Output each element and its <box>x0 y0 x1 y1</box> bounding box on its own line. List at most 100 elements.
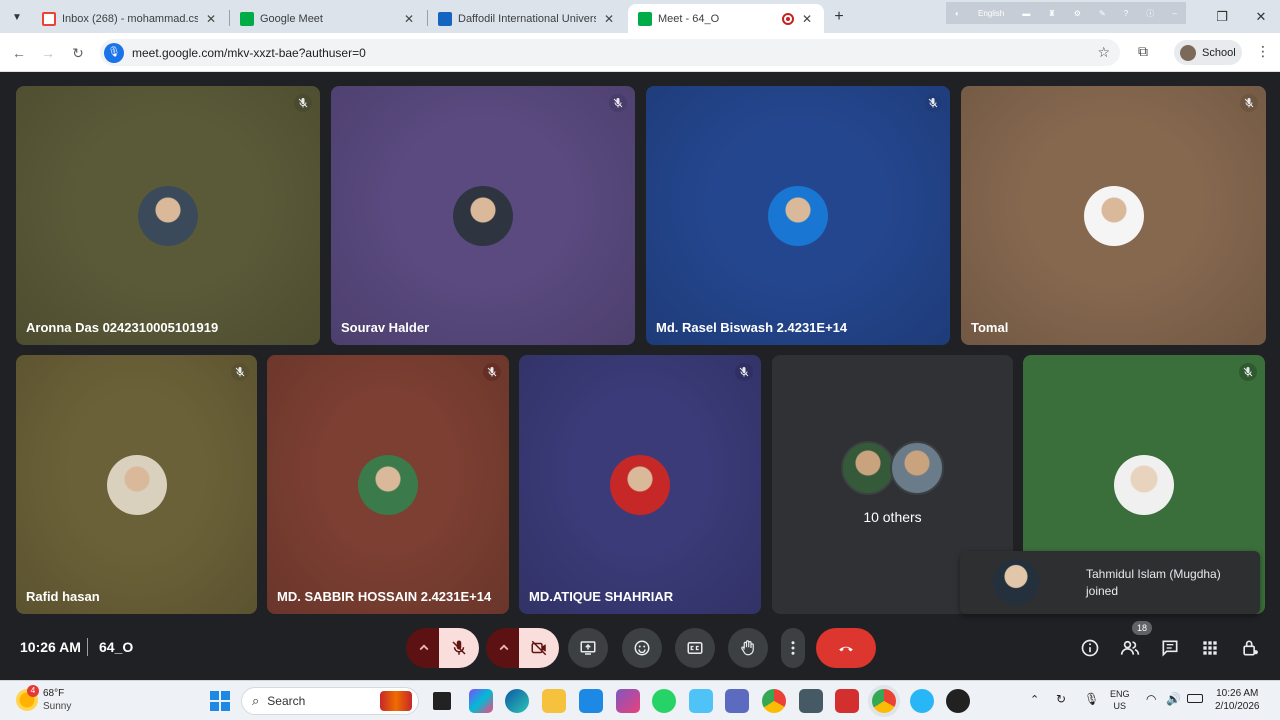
taskbar-search[interactable]: ⌕ Search <box>241 687 419 715</box>
mic-off-icon <box>1239 363 1257 381</box>
app-icon[interactable] <box>689 689 713 713</box>
keyboard-app-icon[interactable] <box>799 689 823 713</box>
forward-button[interactable]: → <box>39 44 57 62</box>
close-icon[interactable]: ✕ <box>800 12 814 26</box>
activities-button[interactable] <box>1198 636 1222 660</box>
ime-toolbar: ◐ English ▬ ♜ ⚙ ✎ ? ⓘ – <box>946 2 1186 24</box>
tab-gmail[interactable]: Inbox (268) - mohammad.cse05 ✕ <box>32 4 228 33</box>
captions-button[interactable] <box>675 628 715 668</box>
participant-tile[interactable]: Aronna Das 0242310005101919 <box>16 86 320 345</box>
search-highlight-icon <box>380 691 412 711</box>
leave-call-button[interactable] <box>816 628 876 668</box>
app-icon[interactable] <box>946 689 970 713</box>
edge-icon[interactable] <box>505 689 529 713</box>
more-options-button[interactable] <box>781 628 805 668</box>
toggle-microphone-button[interactable] <box>439 628 479 668</box>
participant-tile[interactable]: Sourav Halder <box>331 86 635 345</box>
apps-grid-icon <box>1203 641 1217 655</box>
avatar <box>106 454 167 515</box>
info-icon <box>1081 639 1099 657</box>
url-text[interactable]: meet.google.com/mkv-xxzt-bae?authuser=0 <box>132 46 366 60</box>
profile-button[interactable]: School <box>1174 40 1242 65</box>
avatar <box>890 441 944 495</box>
close-window-button[interactable]: ✕ <box>1252 8 1270 26</box>
restore-window-button[interactable]: ❐ <box>1213 8 1231 26</box>
chat-button[interactable] <box>1158 636 1182 660</box>
browser-menu-icon[interactable]: ⋮ <box>1256 43 1270 60</box>
gmail-icon <box>42 11 56 26</box>
file-explorer-icon[interactable] <box>542 689 566 713</box>
raise-hand-button[interactable] <box>728 628 768 668</box>
minimize-icon[interactable]: – <box>1172 9 1176 18</box>
chevron-up-icon[interactable]: ⌃ <box>1030 693 1039 706</box>
windows-start-icon[interactable] <box>210 691 230 711</box>
ime-icon[interactable]: ♜ <box>1048 9 1055 18</box>
telegram-icon[interactable] <box>910 689 934 713</box>
participant-name: Rafid hasan <box>26 589 100 604</box>
gear-icon[interactable]: ⚙ <box>1074 9 1081 18</box>
mic-in-use-icon[interactable]: 🎙 <box>104 42 124 63</box>
participant-name: Aronna Das 0242310005101919 <box>26 320 219 335</box>
battery-icon[interactable] <box>1187 694 1203 703</box>
speaker-icon[interactable]: 🔊 <box>1166 692 1181 706</box>
chevron-up-icon <box>419 644 429 651</box>
info-icon[interactable]: ⓘ <box>1146 8 1154 19</box>
close-icon[interactable]: ✕ <box>602 12 616 26</box>
tab-search-icon[interactable]: ▼ <box>8 8 26 26</box>
new-tab-button[interactable]: + <box>830 8 848 26</box>
mic-off-icon <box>294 94 312 112</box>
teams-icon[interactable] <box>725 689 749 713</box>
store-icon[interactable] <box>616 689 640 713</box>
audio-options-button[interactable] <box>406 628 442 668</box>
system-clock[interactable]: 10:26 AM 2/10/2026 <box>1215 687 1260 713</box>
chevron-up-icon <box>499 644 509 651</box>
omnibox[interactable]: 🎙 meet.google.com/mkv-xxzt-bae?authuser=… <box>100 39 1120 66</box>
ime-language[interactable]: English <box>978 9 1004 18</box>
ime-icon[interactable]: ▬ <box>1022 9 1030 18</box>
participant-tile[interactable]: MD. SABBIR HOSSAIN 2.4231E+14 <box>267 355 509 614</box>
participant-name: Sourav Halder <box>341 320 430 335</box>
windows-taskbar: 4 68°F Sunny ⌕ Search ⌃ ↻ 🎙 ENG US ◠ 🔊 1… <box>0 680 1280 720</box>
back-button[interactable]: ← <box>10 44 28 62</box>
reload-button[interactable]: ↻ <box>69 44 87 62</box>
close-icon[interactable]: ✕ <box>204 12 218 26</box>
task-view-icon[interactable] <box>430 689 454 713</box>
copilot-icon[interactable] <box>469 689 493 713</box>
participant-name: MD.ATIQUE SHAHRIAR <box>529 589 674 604</box>
mic-icon[interactable]: 🎙 <box>1084 692 1099 706</box>
host-controls-button[interactable] <box>1238 636 1262 660</box>
language-indicator[interactable]: ENG US <box>1110 688 1130 712</box>
meet-icon <box>638 11 652 26</box>
meet-icon <box>240 11 254 26</box>
reactions-button[interactable] <box>622 628 662 668</box>
wifi-icon[interactable]: ◠ <box>1146 692 1156 706</box>
tab-meet-active[interactable]: Meet - 64_O ✕ <box>628 4 824 33</box>
chrome-active-icon[interactable] <box>872 689 896 713</box>
toggle-camera-button[interactable] <box>519 628 559 668</box>
video-options-button[interactable] <box>486 628 522 668</box>
sync-icon[interactable]: ↻ <box>1056 692 1066 706</box>
tab-daffodil[interactable]: Daffodil International University ✕ <box>428 4 626 33</box>
whatsapp-icon[interactable] <box>652 689 676 713</box>
tab-google-meet[interactable]: Google Meet ✕ <box>230 4 426 33</box>
ime-icon[interactable]: ✎ <box>1099 9 1106 18</box>
participant-tile[interactable]: MD.ATIQUE SHAHRIAR <box>519 355 761 614</box>
participant-tile[interactable]: Tomal <box>961 86 1266 345</box>
chrome-icon[interactable] <box>762 689 786 713</box>
extensions-icon[interactable]: ⧉ <box>1134 43 1152 61</box>
outlook-icon[interactable] <box>579 689 603 713</box>
weather-desc: Sunny <box>43 701 72 712</box>
people-button[interactable] <box>1118 636 1142 660</box>
join-notification: Tahmidul Islam (Mugdha) joined <box>960 551 1260 614</box>
bookmark-star-icon[interactable]: ☆ <box>1097 44 1110 61</box>
participant-name: MD. SABBIR HOSSAIN 2.4231E+14 <box>277 589 492 604</box>
participant-tile[interactable]: Rafid hasan <box>16 355 257 614</box>
ime-icon[interactable]: ◐ <box>955 9 960 18</box>
close-icon[interactable]: ✕ <box>402 12 416 26</box>
browser-tab-strip: ▼ Inbox (268) - mohammad.cse05 ✕ Google … <box>0 0 1280 33</box>
present-screen-button[interactable] <box>568 628 608 668</box>
help-icon[interactable]: ? <box>1124 9 1128 18</box>
participant-tile[interactable]: Md. Rasel Biswash 2.4231E+14 <box>646 86 950 345</box>
meeting-details-button[interactable] <box>1078 636 1102 660</box>
acrobat-icon[interactable] <box>835 689 859 713</box>
